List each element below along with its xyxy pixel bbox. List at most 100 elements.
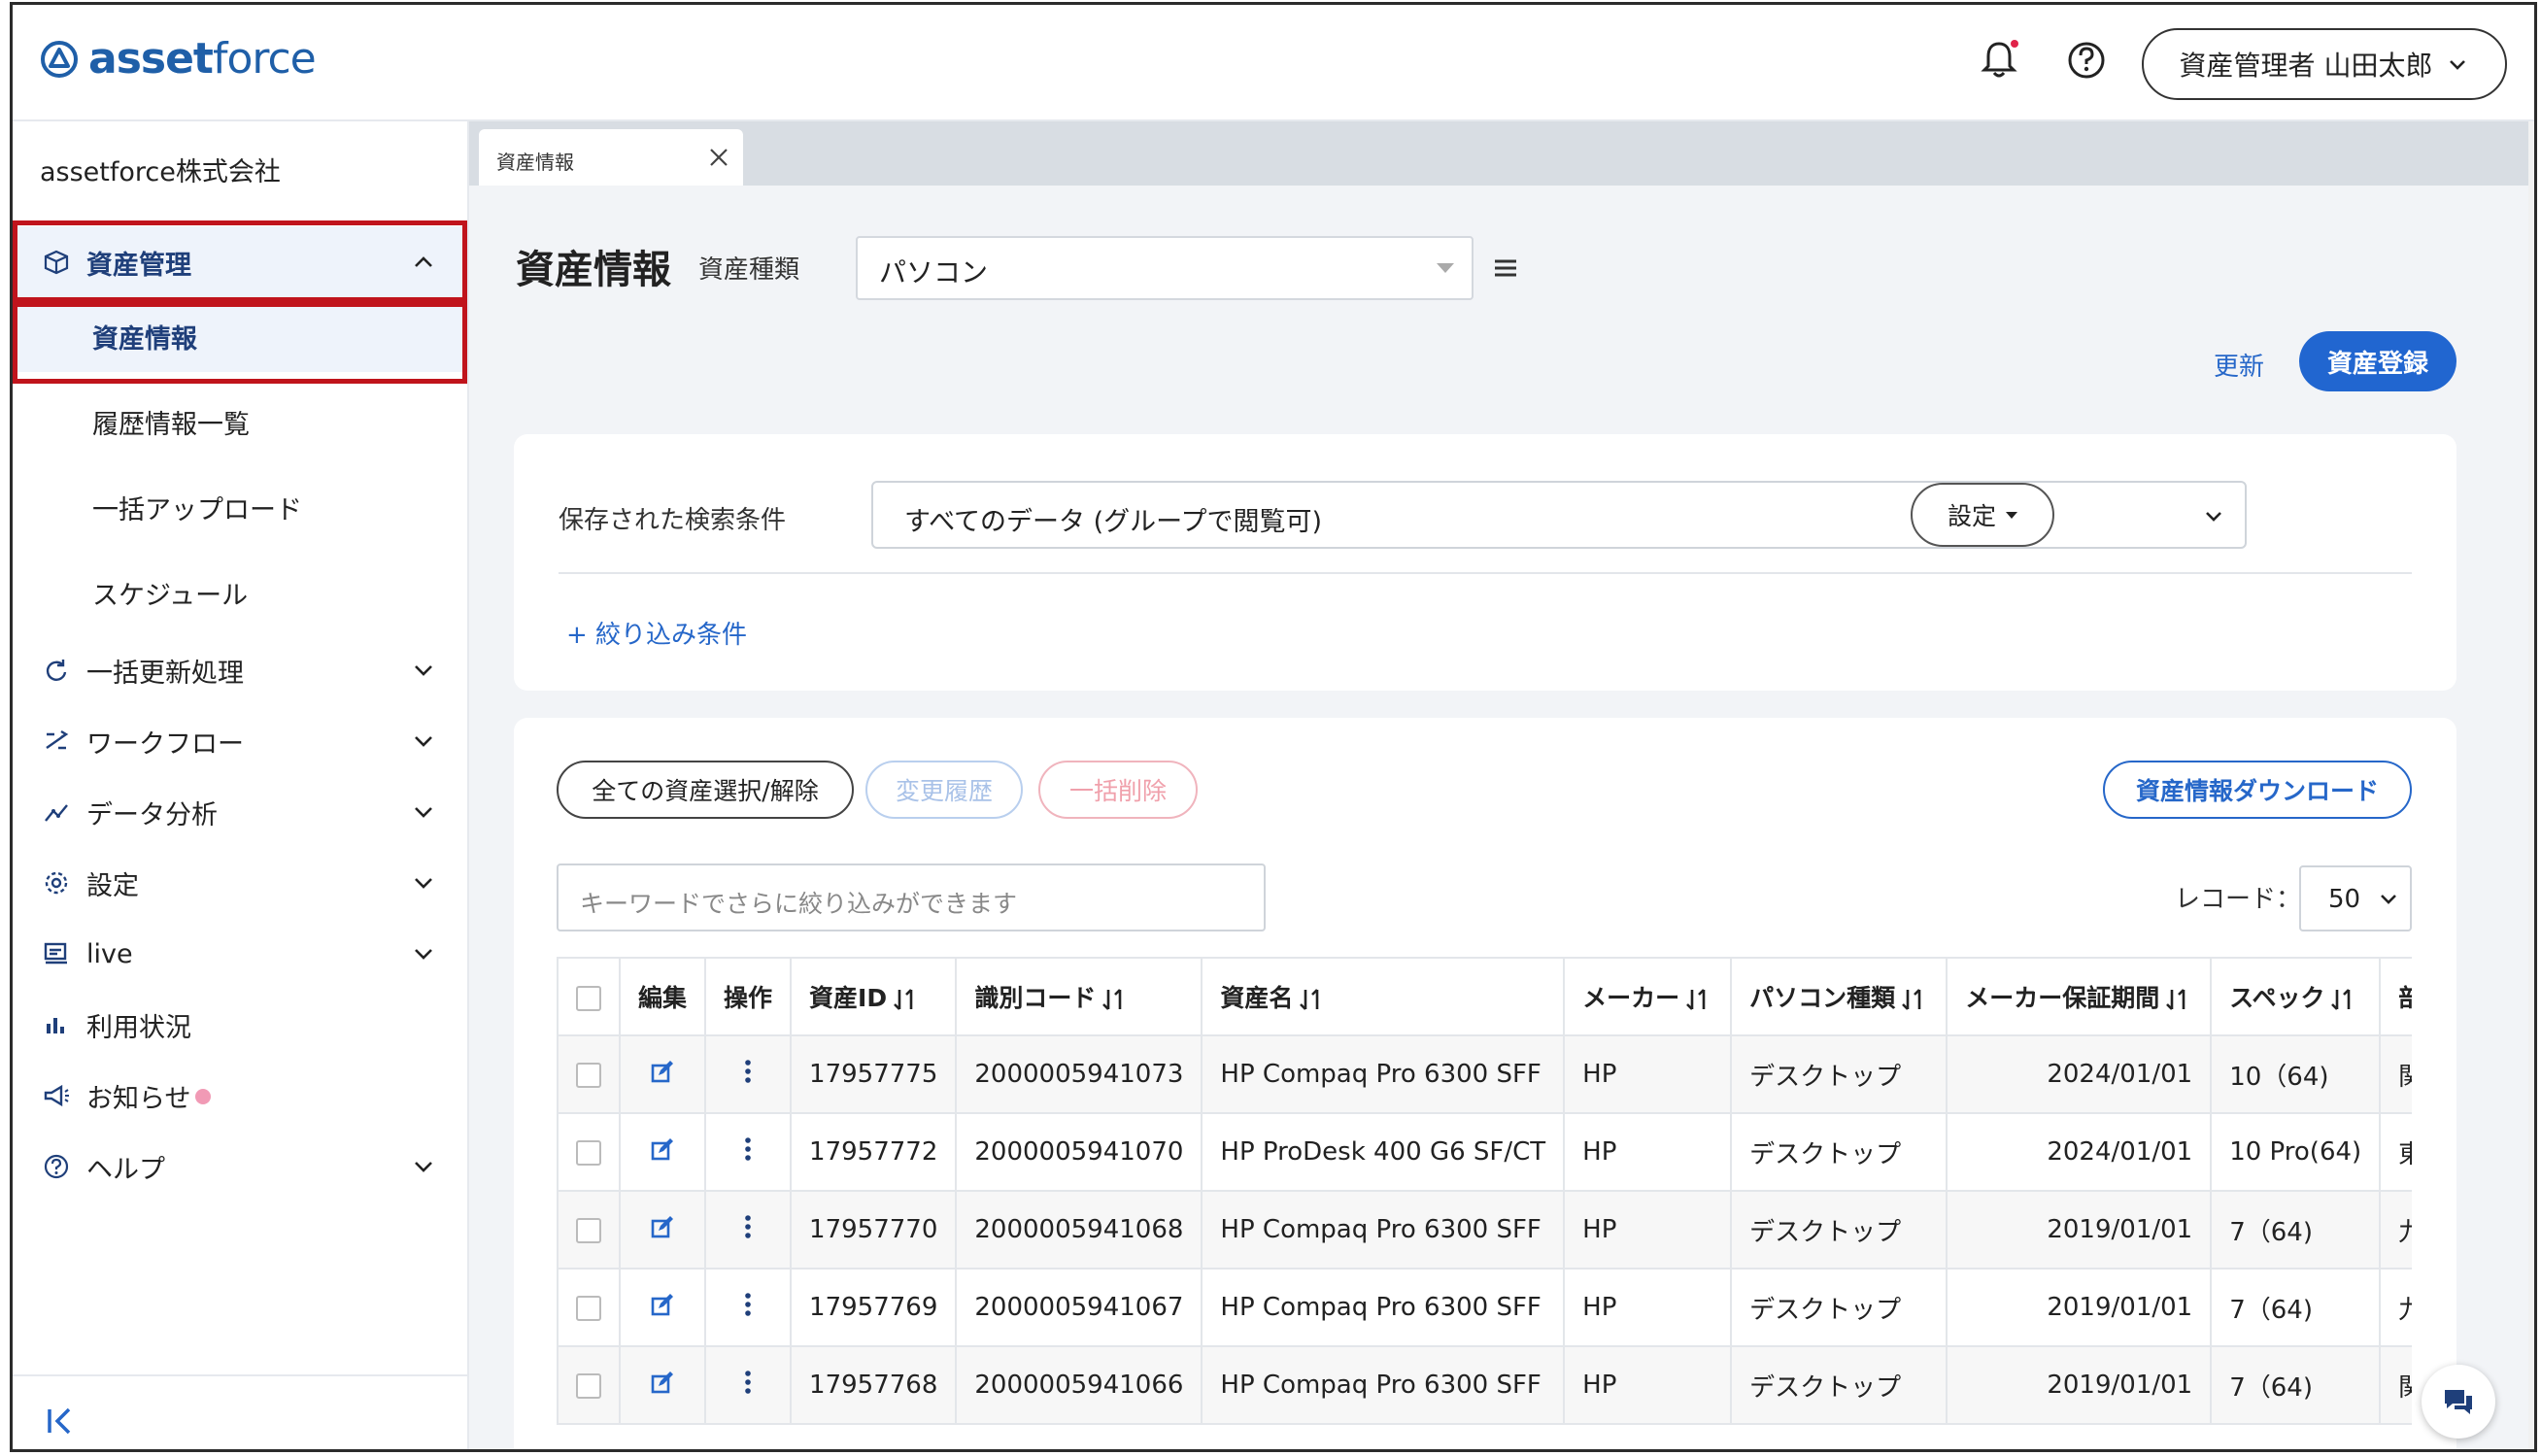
sidebar-item-label: ヘルプ [86,1154,165,1185]
edit-icon[interactable] [649,1291,676,1318]
sort-icon[interactable] [891,987,920,1012]
sidebar-item-usage[interactable]: 利用状況 [13,989,467,1061]
row-checkbox-cell[interactable] [557,1034,621,1114]
keyword-search-input[interactable]: キーワードでさらに絞り込みができます [557,863,1266,931]
chat-button[interactable] [2422,1365,2495,1439]
sidebar-item-data-analysis[interactable]: データ分析 [13,776,467,848]
chevron-down-icon [415,878,432,889]
table-row[interactable]: 17957768 2000005941066 HP Compaq Pro 6300 … [557,1345,2412,1425]
column-header-department[interactable]: 部署 [2379,957,2412,1036]
sidebar-group-asset-management[interactable]: 資産管理 [13,226,467,298]
scroll-up-arrow-icon[interactable] [2535,197,2537,206]
caret-down-icon [2006,511,2017,519]
more-vertical-icon[interactable] [743,1213,753,1240]
select-all-checkbox-cell[interactable] [557,957,621,1036]
collapse-sidebar-icon[interactable] [42,1402,81,1440]
sidebar-item-settings[interactable]: 設定 [13,847,467,919]
edit-cell[interactable] [618,1112,707,1192]
table-cell: 関西 [2379,1034,2412,1114]
select-all-button[interactable]: 全ての資産選択/解除 [557,761,854,819]
edit-icon[interactable] [649,1135,676,1163]
row-checkbox-cell[interactable] [557,1112,621,1192]
column-header-code[interactable]: 識別コード [955,957,1203,1036]
column-header-asset-id[interactable]: 資産ID [790,957,958,1036]
table-cell: 17957770 [790,1190,958,1270]
sort-icon[interactable] [1100,987,1129,1012]
actions-cell[interactable] [704,1345,793,1425]
record-count-select[interactable]: 50 [2299,865,2412,931]
help-icon[interactable] [2062,36,2111,85]
download-button[interactable]: 資産情報ダウンロード [2103,761,2412,819]
refresh-icon [46,660,67,681]
column-header-name[interactable]: 資産名 [1201,957,1566,1036]
table-row[interactable]: 17957769 2000005941067 HP Compaq Pro 6300 … [557,1268,2412,1347]
bulk-delete-button[interactable]: 一括削除 [1038,761,1198,819]
more-vertical-icon[interactable] [743,1369,753,1396]
sidebar-item-bulk-upload[interactable]: 一括アップロード [13,471,467,543]
sidebar-item-live[interactable]: live [13,918,467,990]
table-row[interactable]: 17957772 2000005941070 HP ProDesk 400 G6 S… [557,1112,2412,1192]
checkbox[interactable] [576,1295,601,1321]
refresh-link[interactable]: 更新 [2214,347,2264,383]
column-header-warranty[interactable]: メーカー保証期間 [1946,957,2213,1036]
table-row[interactable]: 17957770 2000005941068 HP Compaq Pro 6300 … [557,1190,2412,1270]
sidebar-item-label: 資産情報 [92,323,197,355]
edit-icon[interactable] [649,1058,676,1085]
actions-cell[interactable] [704,1034,793,1114]
change-history-button[interactable]: 変更履歴 [865,761,1023,819]
column-header-maker[interactable]: メーカー [1563,957,1733,1036]
column-header-spec[interactable]: スペック [2210,957,2382,1036]
asset-type-select[interactable]: パソコン [856,236,1474,300]
edit-icon[interactable] [649,1213,676,1240]
checkbox[interactable] [576,1062,601,1088]
settings-dropdown-button[interactable]: 設定 [1911,483,2054,547]
row-checkbox-cell[interactable] [557,1190,621,1270]
sort-icon[interactable] [2328,987,2357,1012]
more-vertical-icon[interactable] [743,1291,753,1318]
row-checkbox-cell[interactable] [557,1268,621,1347]
row-checkbox-cell[interactable] [557,1345,621,1425]
checkbox[interactable] [576,1372,601,1399]
checkbox[interactable] [576,985,601,1011]
sidebar-item-asset-info[interactable]: 資産情報 [13,300,467,372]
scrollbar[interactable] [2528,121,2534,1449]
sort-icon[interactable] [1899,987,1928,1012]
edit-cell[interactable] [618,1034,707,1114]
close-icon[interactable] [706,145,731,170]
edit-cell[interactable] [618,1345,707,1425]
sort-icon[interactable] [1683,987,1712,1012]
checkbox[interactable] [576,1139,601,1166]
sidebar-item-schedule[interactable]: スケジュール [13,557,467,628]
table-cell: 17957769 [790,1268,958,1347]
sort-icon[interactable] [2163,987,2192,1012]
edit-cell[interactable] [618,1268,707,1347]
sidebar-item-bulk-update[interactable]: 一括更新処理 [13,634,467,706]
logo[interactable]: assetforce [40,34,317,84]
more-vertical-icon[interactable] [743,1058,753,1085]
tab-asset-info[interactable]: 資産情報 [479,129,743,186]
hamburger-menu-icon[interactable] [1491,254,1520,283]
sidebar-item-label: スケジュール [92,580,249,611]
edit-cell[interactable] [618,1190,707,1270]
sidebar-item-history-list[interactable]: 履歴情報一覧 [13,386,467,457]
column-header-pc-type[interactable]: パソコン種類 [1730,957,1948,1036]
sidebar-item-help[interactable]: ヘルプ [13,1131,467,1202]
add-filter-link[interactable]: + 絞り込み条件 [566,615,747,651]
asset-table-container[interactable]: 編集 操作 資産ID 識別コード 資産名 メーカー パソコン種類 メーカー保証期… [557,957,2412,1449]
scroll-down-arrow-icon[interactable] [2535,1437,2537,1445]
actions-cell[interactable] [704,1190,793,1270]
edit-icon[interactable] [649,1369,676,1396]
user-menu-button[interactable]: 資産管理者 山田太郎 [2142,28,2507,100]
sort-icon[interactable] [1297,987,1326,1012]
sidebar-item-notices[interactable]: お知らせ [13,1060,467,1132]
more-vertical-icon[interactable] [743,1135,753,1163]
chevron-down-icon [415,949,432,960]
actions-cell[interactable] [704,1112,793,1192]
table-row[interactable]: 17957775 2000005941073 HP Compaq Pro 6300 … [557,1034,2412,1114]
bell-icon[interactable] [1975,36,2023,85]
register-asset-button[interactable]: 資産登録 [2299,331,2456,391]
actions-cell[interactable] [704,1268,793,1347]
checkbox[interactable] [576,1217,601,1243]
sidebar-item-workflow[interactable]: ワークフロー [13,705,467,777]
scrollbar-thumb[interactable] [2534,209,2537,545]
